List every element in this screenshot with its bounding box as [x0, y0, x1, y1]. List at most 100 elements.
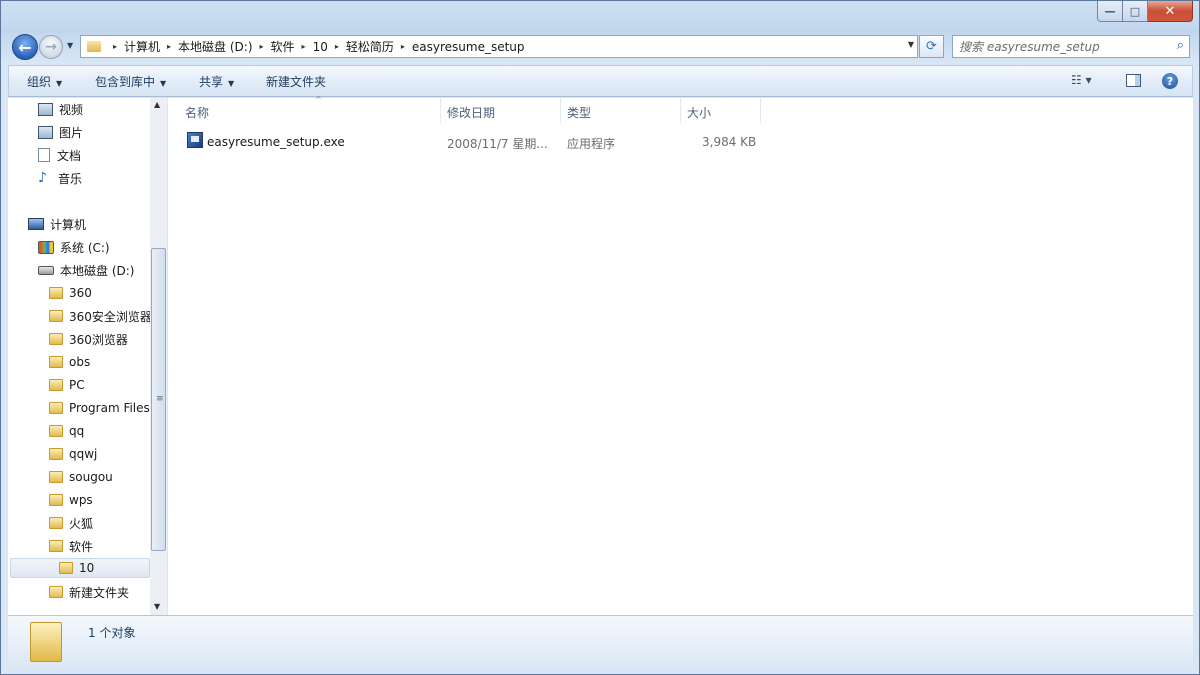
nav-item-folder-wps[interactable]: wps [49, 490, 93, 510]
chevron-down-icon: ▼ [56, 79, 63, 88]
item-count-status: 1 个对象 [88, 626, 136, 640]
video-library-icon [38, 102, 53, 116]
close-button[interactable]: ✕ [1148, 1, 1193, 22]
navigation-pane: 视频 图片 文档 ♪ 音乐 计算机 系统 (C:) 本地磁盘 (D:) 360 [8, 98, 167, 615]
pictures-library-icon [38, 125, 53, 139]
breadcrumb-10[interactable]: 10 [313, 40, 328, 54]
nav-item-label: 视频 [59, 102, 84, 117]
column-header-size[interactable]: 大小 [681, 98, 761, 123]
search-box[interactable]: ⌕ [952, 35, 1190, 58]
new-folder-button[interactable]: 新建文件夹 [266, 73, 326, 90]
file-row[interactable]: easyresume_setup.exe 2008/11/7 星期... 应用程… [181, 131, 781, 153]
nav-item-documents[interactable]: 文档 [38, 145, 81, 165]
nav-item-label: qq [69, 424, 85, 438]
navigation-scrollbar[interactable]: ▲ ≡ ▼ [150, 98, 167, 615]
share-menu[interactable]: 共享 ▼ [199, 73, 234, 90]
nav-item-label: 软件 [69, 539, 94, 554]
nav-item-folder-sougou[interactable]: sougou [49, 467, 113, 487]
change-view-button[interactable]: ☷ ▾ [1071, 73, 1092, 87]
nav-item-label: 360 [69, 286, 92, 300]
breadcrumb-separator[interactable]: ▸ [335, 42, 339, 51]
details-pane: 1 个对象 [8, 615, 1193, 668]
nav-item-folder-firefox[interactable]: 火狐 [49, 513, 93, 533]
music-library-icon: ♪ [38, 170, 47, 186]
folder-icon [87, 41, 101, 52]
include-in-library-menu[interactable]: 包含到库中 ▼ [95, 73, 166, 90]
folder-icon [49, 586, 63, 598]
nav-item-folder-pc[interactable]: PC [49, 375, 85, 395]
breadcrumb-separator[interactable]: ▸ [260, 42, 264, 51]
nav-item-folder-10[interactable]: 10 [10, 558, 150, 578]
nav-item-folder-obs[interactable]: obs [49, 352, 90, 372]
nav-item-label: 360安全浏览器 [69, 309, 152, 324]
refresh-button[interactable]: ⟳ [919, 35, 944, 58]
scroll-up-icon[interactable]: ▲ [154, 100, 160, 109]
nav-item-folder-qqwj[interactable]: qqwj [49, 444, 97, 464]
folder-icon [49, 425, 63, 437]
breadcrumb-easy-resume[interactable]: 轻松简历 [346, 38, 394, 55]
nav-item-label: 文档 [57, 148, 82, 163]
column-header-label: 名称 [185, 106, 210, 120]
column-header-date-modified[interactable]: 修改日期 [441, 98, 561, 123]
nav-item-label: qqwj [69, 447, 98, 461]
nav-item-label: 计算机 [50, 217, 87, 232]
nav-item-label: 10 [79, 561, 95, 575]
breadcrumb-separator[interactable]: ▸ [167, 42, 171, 51]
breadcrumb-local-disk[interactable]: 本地磁盘 (D:) [178, 38, 252, 55]
file-list: 名称 ^ 修改日期 类型 大小 easyresume_setup.exe 200… [168, 95, 1193, 615]
folder-icon [49, 540, 63, 552]
folder-icon [59, 562, 73, 574]
address-history-dropdown[interactable]: ▼ [908, 40, 914, 49]
nav-item-pictures[interactable]: 图片 [38, 122, 83, 142]
breadcrumb-separator[interactable]: ▸ [401, 42, 405, 51]
breadcrumb-computer[interactable]: 计算机 [124, 38, 160, 55]
include-in-library-label: 包含到库中 [95, 75, 156, 89]
minimize-button[interactable]: — [1097, 1, 1123, 22]
nav-item-folder-360[interactable]: 360 [49, 283, 92, 303]
nav-item-computer[interactable]: 计算机 [28, 214, 86, 234]
search-input[interactable] [959, 36, 1169, 57]
breadcrumb-separator[interactable]: ▸ [113, 42, 117, 51]
nav-item-folder-qq[interactable]: qq [49, 421, 84, 441]
navigation-bar: ← → ▼ ▸ 计算机 ▸ 本地磁盘 (D:) ▸ 软件 ▸ 10 ▸ 轻松简历… [1, 32, 1199, 62]
documents-library-icon [38, 148, 50, 162]
file-type: 应用程序 [567, 137, 616, 151]
organize-menu[interactable]: 组织 ▼ [27, 73, 62, 90]
folder-icon [49, 448, 63, 460]
breadcrumb-software[interactable]: 软件 [271, 38, 295, 55]
nav-item-folder-360-secure-browser[interactable]: 360安全浏览器 [49, 306, 152, 326]
folder-icon [49, 517, 63, 529]
nav-item-label: 本地磁盘 (D:) [60, 263, 135, 278]
file-size: 3,984 KB [702, 135, 757, 149]
nav-item-folder-program-files[interactable]: Program Files [49, 398, 150, 418]
breadcrumb-separator[interactable]: ▸ [302, 42, 306, 51]
computer-icon [28, 218, 44, 230]
nav-item-folder-new-folder[interactable]: 新建文件夹 [49, 582, 129, 602]
nav-item-folder-software[interactable]: 软件 [49, 536, 93, 556]
breadcrumb-current[interactable]: easyresume_setup [412, 40, 525, 54]
maximize-button[interactable]: □ [1123, 1, 1148, 22]
exe-icon [187, 132, 203, 148]
scroll-down-icon[interactable]: ▼ [154, 602, 160, 611]
scrollbar-thumb[interactable]: ≡ [151, 248, 166, 551]
preview-pane-icon[interactable] [1126, 74, 1141, 87]
column-header-type[interactable]: 类型 [561, 98, 681, 123]
back-button[interactable]: ← [12, 34, 38, 60]
search-icon[interactable]: ⌕ [1177, 38, 1184, 53]
nav-item-local-disk[interactable]: 本地磁盘 (D:) [38, 260, 134, 280]
file-date: 2008/11/7 星期... [447, 137, 548, 151]
forward-button[interactable]: → [39, 35, 63, 59]
nav-item-music[interactable]: ♪ 音乐 [38, 168, 82, 188]
system-drive-icon [38, 240, 54, 254]
nav-item-label: 系统 (C:) [60, 240, 110, 255]
nav-item-label: 图片 [59, 125, 84, 140]
nav-item-folder-360-browser[interactable]: 360浏览器 [49, 329, 128, 349]
column-header-name[interactable]: 名称 ^ [179, 95, 441, 123]
nav-item-videos[interactable]: 视频 [38, 99, 83, 119]
recent-pages-dropdown[interactable]: ▼ [67, 41, 73, 50]
address-bar[interactable]: ▸ 计算机 ▸ 本地磁盘 (D:) ▸ 软件 ▸ 10 ▸ 轻松简历 ▸ eas… [80, 35, 918, 58]
help-icon[interactable]: ? [1162, 73, 1178, 89]
nav-item-system-drive[interactable]: 系统 (C:) [38, 237, 110, 257]
nav-item-label: 火狐 [69, 516, 94, 531]
file-name: easyresume_setup.exe [207, 135, 345, 149]
